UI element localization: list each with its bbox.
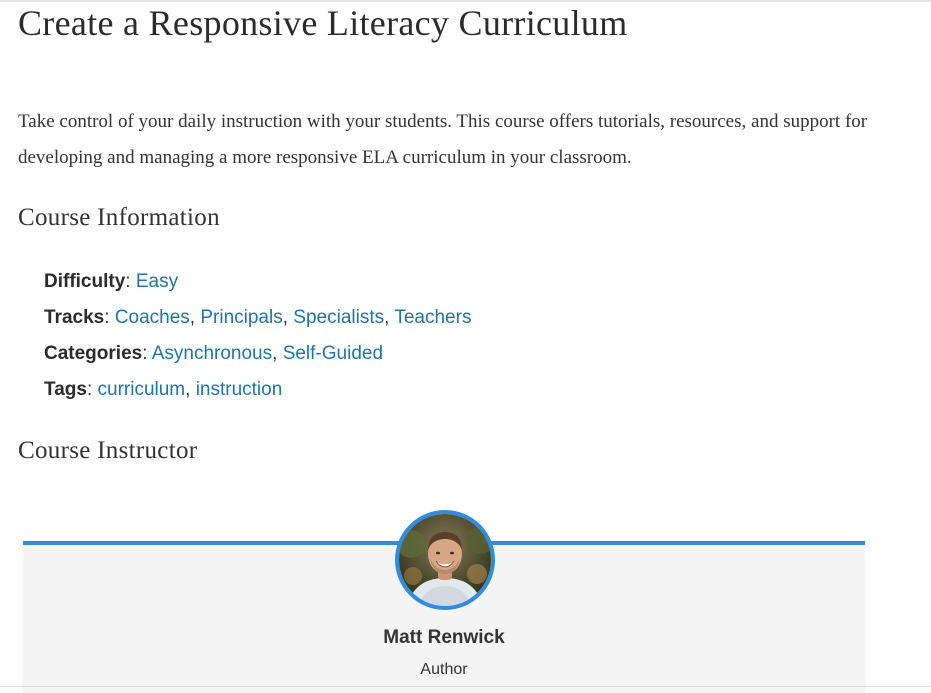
- tags-row: Tags: curriculum, instruction: [44, 372, 471, 408]
- categories-row: Categories: Asynchronous, Self-Guided: [44, 336, 471, 372]
- instructor-role: Author: [420, 661, 468, 678]
- track-link-teachers[interactable]: Teachers: [394, 307, 471, 328]
- category-link-asynchronous[interactable]: Asynchronous: [152, 343, 272, 364]
- separator: ,: [282, 307, 294, 328]
- track-link-specialists[interactable]: Specialists: [293, 307, 384, 328]
- course-information-heading: Course Information: [18, 204, 220, 231]
- course-description: Take control of your daily instruction w…: [18, 111, 868, 168]
- separator: ,: [185, 379, 196, 400]
- bottom-divider: [0, 686, 931, 687]
- difficulty-label: Difficulty: [44, 271, 126, 292]
- difficulty-link-easy[interactable]: Easy: [136, 271, 178, 292]
- tag-link-curriculum[interactable]: curriculum: [98, 379, 186, 400]
- instructor-avatar[interactable]: [395, 510, 495, 610]
- label-colon: :: [104, 307, 115, 328]
- category-link-self-guided[interactable]: Self-Guided: [283, 343, 383, 364]
- label-colon: :: [86, 379, 98, 400]
- tags-label: Tags: [44, 379, 87, 400]
- categories-label: Categories: [44, 343, 143, 364]
- separator: ,: [189, 307, 201, 328]
- track-link-principals[interactable]: Principals: [200, 307, 282, 328]
- course-instructor-heading: Course Instructor: [18, 437, 198, 464]
- label-colon: :: [125, 271, 136, 292]
- separator: ,: [272, 343, 283, 364]
- instructor-photo-icon: [399, 514, 491, 606]
- instructor-name[interactable]: Matt Renwick: [23, 624, 865, 652]
- tag-link-instruction[interactable]: instruction: [196, 379, 283, 400]
- label-colon: :: [142, 343, 152, 364]
- course-information-list: Difficulty: Easy Tracks: Coaches, Princi…: [44, 264, 471, 408]
- tracks-row: Tracks: Coaches, Principals, Specialists…: [44, 300, 471, 336]
- track-link-coaches[interactable]: Coaches: [115, 307, 190, 328]
- separator: ,: [384, 307, 395, 328]
- difficulty-row: Difficulty: Easy: [44, 264, 471, 300]
- course-title: Create a Responsive Literacy Curriculum: [18, 3, 628, 43]
- tracks-label: Tracks: [44, 307, 105, 328]
